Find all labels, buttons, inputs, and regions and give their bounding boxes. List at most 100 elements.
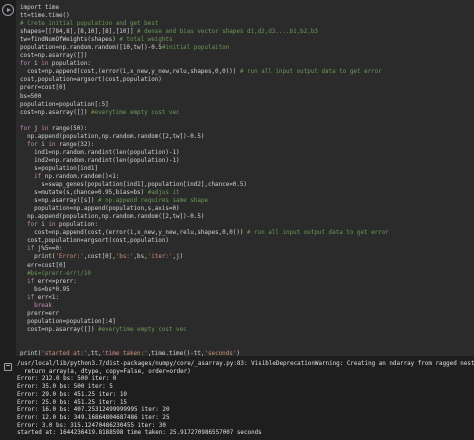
code-line: population=np.append(population,s,axis=0… [20,205,389,213]
code-token: cost=np.asarray([]) [20,326,99,333]
code-line: prerr=err [20,310,389,318]
code-token: if [20,278,35,285]
code-token: #initial populaiton [161,45,230,52]
code-token: bs=bs*0.95 [20,286,70,293]
code-line: np.append(population,np.random.random([2… [20,213,389,221]
code-token: # run all input output data to get error [239,69,382,76]
code-editor[interactable]: import time tt=time.time() # Crete initial… [20,4,389,356]
code-line: # Crete initial population and get best [20,20,389,28]
code-token: ,bs, [133,254,148,261]
code-token: print( [20,254,56,261]
code-line: import time [20,4,389,12]
code-token: err=cost[0] [20,262,67,269]
code-token: bs=500 [20,93,42,100]
code-token: population=np.append(population,s,axis=0… [20,206,180,213]
code-line: print('Error:',cost[0],'bs:',bs,'iter:',… [20,253,389,261]
code-line: bs=bs*0.95 [20,286,389,294]
code-token: population=np.random.random([10,tw])-0.5 [20,45,162,52]
code-line: cost,population=argsort(cost,population) [20,76,389,84]
code-token: 'started at:' [41,351,88,356]
code-token: # total weights [119,37,173,44]
code-token: np.append(population,np.random.random([2… [20,133,205,140]
code-line: population=np.random.random([10,tw])-0.5… [20,44,389,52]
code-token: err<=prerr: [34,278,77,285]
output-line: Error: 29.0 bs: 451.25 iter: 10 [17,391,127,398]
code-token: err<1: [34,294,60,301]
code-line: ind1=np.random.randint(len(population)-1… [20,149,389,157]
code-token: # np.append requires same shape [98,198,208,205]
code-token: 'Error:' [55,254,84,261]
code-token: for [20,141,38,148]
code-token: range(32): [55,141,95,148]
run-cell-button[interactable] [2,4,14,16]
code-token: ) [236,351,240,356]
code-line: break [20,302,389,310]
code-token: tt=time.time() [20,13,70,20]
code-token: for [20,61,31,68]
code-line: for i in range(32): [20,141,389,149]
warning-line: /usr/local/lib/python3.7/dist-packages/n… [17,361,474,367]
code-token: i [37,141,49,148]
code-token: population: [55,222,99,229]
output-line: Error: 35.0 bs: 500 iter: 5 [17,384,113,391]
code-token: 'time taken:' [101,351,148,356]
code-token: cost=np.append(cost,(error(i,x_new,y_new… [20,69,240,76]
code-line: ind2=np.random.randint(len(population)-1… [20,157,389,165]
code-token: ind2=np.random.randint(len(population)-1… [20,157,180,164]
code-token: i [37,222,49,229]
code-token: print( [20,351,42,356]
code-token: for [20,125,31,132]
output-actions-icon[interactable] [4,363,12,371]
code-token: if [20,173,42,180]
code-token: prerr=cost[0] [20,85,67,92]
output-line: Error: 212.0 bs: 500 iter: 0 [17,376,117,383]
code-token: s=mutate(s,chance=0.95,bias=bs) [20,190,148,197]
code-line: s=np.asarray([s]) # np.append requires s… [20,197,389,205]
code-line: print('started at:',tt,'time taken:',tim… [20,350,389,356]
code-line: if j%5==0: [20,245,389,253]
code-line: cost=np.asarray([]) #everytime empty cos… [20,326,389,334]
code-token: ind1=np.random.randint(len(population)-1… [20,149,180,156]
code-line: tw=findNumOfWeights(shapes) # total weig… [20,36,389,44]
output-text: /usr/local/lib/python3.7/dist-packages/n… [17,361,474,438]
code-cell[interactable]: import time tt=time.time() # Crete initial… [16,0,474,356]
code-line: for i in population: [20,60,389,68]
code-token: ,cost[0], [83,254,116,261]
code-token: i [30,61,42,68]
code-token: #everytime empty cost vec [90,109,180,116]
code-token: tw=findNumOfWeights(shapes) [20,37,120,44]
code-token: np.random.random()<1: [41,173,120,180]
code-line: s=swap_genes(population[ind1],population… [20,181,389,189]
code-token: ,time.time()-tt, [147,351,205,356]
code-token: import time [20,5,60,11]
code-token: cost,population=argsort(cost,population) [20,238,169,245]
code-line: s=population[ind1] [20,165,389,173]
code-token: # dense and bias vector shapes d1,d2,d3.… [137,29,318,36]
code-token: break [20,302,52,309]
code-token: s=np.asarray([s]) [20,198,99,205]
code-token: population=population[:4] [20,318,116,325]
code-token: prerr=err [20,310,60,317]
code-line: bs=500 [20,93,389,101]
code-token: cost=np.asarray([]) [20,109,91,116]
output-line: Error: 12.0 bs: 349.16864804687486 iter:… [17,414,170,421]
code-token: 'bs:' [115,254,134,261]
code-line: err=cost[0] [20,262,389,270]
code-token: s=swap_genes(population[ind1],population… [20,182,247,189]
output-line: Error: 25.0 bs: 451.25 iter: 15 [17,399,127,406]
code-token: j%5==0: [34,246,63,253]
code-token: #adjus it [147,190,180,197]
code-line: np.append(population,np.random.random([2… [20,133,389,141]
code-line: population=population[:4] [20,318,389,326]
code-token: range(50): [48,125,88,132]
code-token: cost=np.append(cost,(error(i,x_new,y_new… [20,230,247,237]
code-line: shapes=[[784,8],[8,10],[8],[10]] # dense… [20,28,389,36]
code-token: ,tt, [87,351,102,356]
code-line: for j in range(50): [20,125,389,133]
code-line: prerr=cost[0] [20,84,389,92]
code-token: #bs=(prerr-err)/10 [20,270,91,277]
code-token: population: [48,61,91,68]
code-token: population=population[:5] [20,101,109,108]
code-token: s=population[ind1] [20,165,99,172]
